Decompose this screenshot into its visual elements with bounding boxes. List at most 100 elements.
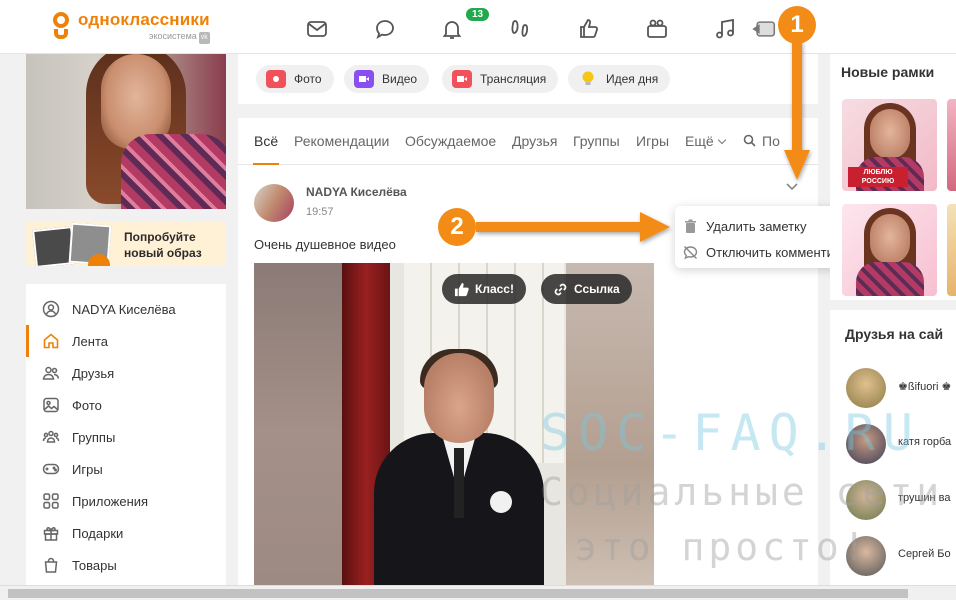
friends-online-title: Друзья на сай bbox=[845, 326, 944, 342]
link-icon bbox=[554, 283, 567, 295]
horizontal-scrollbar[interactable] bbox=[0, 585, 956, 600]
tab-games[interactable]: Игры bbox=[636, 133, 669, 149]
profile-photo[interactable] bbox=[26, 54, 226, 209]
video-icon[interactable] bbox=[645, 17, 669, 41]
messages-icon[interactable] bbox=[305, 17, 329, 41]
tab-all[interactable]: Всё bbox=[252, 133, 280, 165]
stream-icon bbox=[452, 70, 472, 88]
annotation-step-1: 1 bbox=[778, 6, 816, 44]
photo-icon bbox=[42, 396, 60, 414]
friend-item[interactable]: ♚ßifuori ♚ bbox=[846, 368, 956, 408]
sidebar-item-goods[interactable]: Товары bbox=[26, 549, 226, 581]
sidebar-item-profile[interactable]: NADYA Киселёва bbox=[26, 293, 226, 325]
sidebar-item-label: Фото bbox=[72, 397, 102, 413]
tab-more[interactable]: Ещё bbox=[685, 133, 726, 149]
search-icon bbox=[743, 134, 756, 147]
friend-name: Сергей Бо bbox=[898, 548, 951, 560]
share-link-button[interactable]: Ссылка bbox=[541, 274, 632, 304]
sidebar-item-label: NADYA Киселёва bbox=[72, 301, 176, 317]
delete-note-item[interactable]: Удалить заметку bbox=[683, 215, 806, 237]
sidebar-item-games[interactable]: Игры bbox=[26, 453, 226, 485]
logo-name: одноклассники bbox=[78, 10, 210, 29]
post-author-name[interactable]: NADYA Киселёва bbox=[306, 185, 407, 199]
watermark-line2: Социальные сети bbox=[540, 470, 944, 514]
notifications-icon[interactable] bbox=[440, 17, 464, 41]
post-text: Очень душевное видео bbox=[254, 237, 396, 252]
promo-image bbox=[30, 222, 114, 266]
logo-sub: экосистема bbox=[148, 31, 197, 41]
sidebar-item-photo[interactable]: Фото bbox=[26, 389, 226, 421]
promo-text-line1: Попробуйте bbox=[124, 230, 196, 244]
sidebar-item-label: Товары bbox=[72, 557, 117, 573]
music-icon[interactable] bbox=[713, 17, 737, 41]
sidebar-item-label: Игры bbox=[72, 461, 103, 477]
sidebar-item-label: Лента bbox=[72, 333, 108, 349]
frame-thumbnail[interactable]: ЛЮБЛЮ РОССИЮ bbox=[842, 99, 937, 191]
events-like-icon[interactable] bbox=[577, 17, 601, 41]
post-time: 19:57 bbox=[306, 206, 334, 218]
sidebar-item-label: Приложения bbox=[72, 493, 149, 509]
sidebar-item-apps[interactable]: Приложения bbox=[26, 485, 226, 517]
ok-logo-icon bbox=[50, 10, 72, 42]
composer-video-label: Видео bbox=[382, 72, 418, 86]
class-like-button[interactable]: Класс! bbox=[442, 274, 526, 304]
sidebar-item-gifts[interactable]: Подарки bbox=[26, 517, 226, 549]
composer-video-button[interactable]: Видео bbox=[344, 65, 430, 93]
friends-icon bbox=[42, 364, 60, 382]
trash-icon bbox=[685, 219, 696, 233]
gamepad-icon bbox=[42, 460, 60, 478]
camera-icon bbox=[266, 70, 286, 88]
avatar bbox=[846, 368, 886, 408]
guests-icon[interactable] bbox=[508, 17, 532, 41]
new-frames-title: Новые рамки bbox=[841, 64, 935, 80]
composer-idea-button[interactable]: Идея дня bbox=[568, 65, 671, 93]
lightbulb-icon bbox=[578, 70, 598, 88]
scrollbar-thumb[interactable] bbox=[8, 589, 908, 598]
watermark-site: SOC-FAQ.RU bbox=[540, 404, 922, 462]
post-composer: Фото Видео Трансляция Идея дня bbox=[238, 54, 818, 104]
composer-stream-button[interactable]: Трансляция bbox=[442, 65, 559, 93]
new-frames-panel: Новые рамки ЛЮБЛЮ РОССИЮ bbox=[830, 54, 956, 300]
composer-photo-button[interactable]: Фото bbox=[256, 65, 334, 93]
chevron-down-icon bbox=[717, 135, 726, 145]
sidebar-item-label: Друзья bbox=[72, 365, 115, 381]
watermark-line3: это просто! bbox=[574, 525, 870, 569]
composer-stream-label: Трансляция bbox=[480, 72, 547, 86]
promo-text-line2: новый образ bbox=[124, 246, 202, 260]
sidebar-item-groups[interactable]: Группы bbox=[26, 421, 226, 453]
frame-thumbnail[interactable] bbox=[947, 99, 956, 191]
video-play-icon[interactable] bbox=[752, 17, 780, 41]
tab-search[interactable]: По bbox=[743, 133, 780, 149]
tab-recommendations[interactable]: Рекомендации bbox=[294, 133, 389, 149]
post-author-avatar[interactable] bbox=[254, 184, 294, 222]
tab-friends[interactable]: Друзья bbox=[512, 133, 557, 149]
frame-thumbnail[interactable] bbox=[842, 204, 937, 296]
share-link-label: Ссылка bbox=[574, 282, 620, 296]
ok-logo[interactable]: одноклассники экосистема vk bbox=[50, 10, 210, 44]
vk-mark: vk bbox=[198, 32, 210, 44]
bag-icon bbox=[42, 556, 60, 574]
sidebar-item-friends[interactable]: Друзья bbox=[26, 357, 226, 389]
frame-thumbnail[interactable] bbox=[947, 204, 956, 296]
video-camera-icon bbox=[354, 70, 374, 88]
tab-search-label: По bbox=[762, 133, 780, 149]
composer-photo-label: Фото bbox=[294, 72, 322, 86]
notifications-badge: 13 bbox=[466, 8, 490, 21]
feed-tabs: Всё Рекомендации Обсуждаемое Друзья Груп… bbox=[238, 118, 818, 165]
delete-note-label: Удалить заметку bbox=[706, 218, 807, 234]
sidebar-item-feed[interactable]: Лента bbox=[26, 325, 226, 357]
gift-icon bbox=[42, 524, 60, 542]
composer-idea-label: Идея дня bbox=[606, 72, 659, 86]
user-icon bbox=[42, 300, 60, 318]
groups-icon bbox=[42, 428, 60, 446]
home-icon bbox=[42, 332, 60, 350]
tab-discussed[interactable]: Обсуждаемое bbox=[405, 133, 496, 149]
tab-groups[interactable]: Группы bbox=[573, 133, 620, 149]
sidebar-item-label: Подарки bbox=[72, 525, 124, 541]
promo-banner[interactable]: Попробуйте новый образ bbox=[26, 222, 226, 266]
tab-more-label: Ещё bbox=[685, 133, 714, 149]
post-menu-chevron-icon[interactable] bbox=[784, 178, 800, 194]
sidebar-item-label: Группы bbox=[72, 429, 116, 445]
discussions-icon[interactable] bbox=[373, 17, 397, 41]
annotation-step-2: 2 bbox=[438, 208, 476, 246]
